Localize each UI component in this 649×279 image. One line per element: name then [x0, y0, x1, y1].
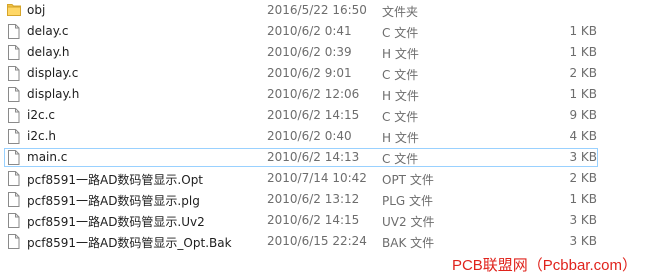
file-type: C 文件: [382, 110, 419, 124]
file-modified-date: 2010/6/2 14:15: [267, 108, 360, 122]
file-icon: [7, 192, 20, 207]
file-size: 4 KB: [569, 129, 597, 143]
watermark-text: PCB联盟网（Pcbbar.com）: [451, 257, 637, 274]
file-size: 9 KB: [569, 108, 597, 122]
file-modified-date: 2010/6/2 0:40: [267, 129, 352, 143]
file-modified-date: 2010/6/15 22:24: [267, 234, 367, 248]
file-name[interactable]: delay.c: [27, 24, 69, 38]
file-size: 1 KB: [569, 192, 597, 206]
file-name[interactable]: i2c.c: [27, 108, 55, 122]
file-row[interactable]: delay.h 2010/6/2 0:39 H 文件 1 KB: [0, 42, 649, 63]
file-modified-date: 2010/6/2 13:12: [267, 192, 360, 206]
file-modified-date: 2010/6/2 14:13: [267, 150, 360, 164]
file-size: 3 KB: [569, 234, 597, 248]
file-type: H 文件: [382, 89, 419, 103]
file-type: C 文件: [382, 26, 419, 40]
file-row[interactable]: main.c 2010/6/2 14:13 C 文件 3 KB: [0, 147, 649, 168]
file-modified-date: 2016/5/22 16:50: [267, 3, 367, 17]
file-name[interactable]: main.c: [27, 150, 67, 164]
file-icon: [7, 66, 20, 81]
file-modified-date: 2010/6/2 0:39: [267, 45, 352, 59]
file-row[interactable]: display.h 2010/6/2 12:06 H 文件 1 KB: [0, 84, 649, 105]
file-type: OPT 文件: [382, 173, 434, 187]
file-icon: [7, 171, 20, 186]
file-icon: [7, 87, 20, 102]
file-name[interactable]: display.c: [27, 66, 78, 80]
file-row[interactable]: i2c.c 2010/6/2 14:15 C 文件 9 KB: [0, 105, 649, 126]
file-row[interactable]: obj 2016/5/22 16:50 文件夹: [0, 0, 649, 21]
file-row[interactable]: pcf8591一路AD数码管显示.Uv2 2010/6/2 14:15 UV2 文件…: [0, 210, 649, 231]
file-type: BAK 文件: [382, 236, 435, 250]
file-size: 3 KB: [569, 213, 597, 227]
file-type: 文件夹: [382, 5, 419, 19]
file-size: 2 KB: [569, 66, 597, 80]
file-name[interactable]: obj: [27, 3, 45, 17]
file-modified-date: 2010/7/14 10:42: [267, 171, 367, 185]
file-icon: [7, 24, 20, 39]
file-name[interactable]: i2c.h: [27, 129, 56, 143]
file-list: obj 2016/5/22 16:50 文件夹 delay.c 2010/6/2 0:4…: [0, 0, 649, 252]
file-icon: [7, 213, 20, 228]
file-type: H 文件: [382, 47, 419, 61]
file-modified-date: 2010/6/2 14:15: [267, 213, 360, 227]
file-type: UV2 文件: [382, 215, 435, 229]
file-icon: [7, 108, 20, 123]
file-name[interactable]: pcf8591一路AD数码管显示.Uv2: [27, 213, 205, 230]
file-name[interactable]: pcf8591一路AD数码管显示.plg: [27, 192, 200, 209]
file-name[interactable]: pcf8591一路AD数码管显示.Opt: [27, 171, 203, 188]
file-size: 2 KB: [569, 171, 597, 185]
folder-icon: [7, 3, 21, 18]
file-row[interactable]: delay.c 2010/6/2 0:41 C 文件 1 KB: [0, 21, 649, 42]
file-icon: [7, 45, 20, 60]
file-size: 1 KB: [569, 45, 597, 59]
file-size: 1 KB: [569, 87, 597, 101]
file-name[interactable]: delay.h: [27, 45, 70, 59]
file-icon: [7, 150, 20, 165]
file-name[interactable]: pcf8591一路AD数码管显示_Opt.Bak: [27, 234, 232, 251]
file-size: 1 KB: [569, 24, 597, 38]
file-type: PLG 文件: [382, 194, 434, 208]
file-type: H 文件: [382, 131, 419, 145]
file-row[interactable]: pcf8591一路AD数码管显示.plg 2010/6/2 13:12 PLG 文件…: [0, 189, 649, 210]
file-modified-date: 2010/6/2 0:41: [267, 24, 352, 38]
file-row[interactable]: pcf8591一路AD数码管显示_Opt.Bak 2010/6/15 22:24 B…: [0, 231, 649, 252]
file-icon: [7, 129, 20, 144]
file-modified-date: 2010/6/2 9:01: [267, 66, 352, 80]
file-row[interactable]: i2c.h 2010/6/2 0:40 H 文件 4 KB: [0, 126, 649, 147]
file-size: 3 KB: [569, 150, 597, 164]
file-name[interactable]: display.h: [27, 87, 79, 101]
file-type: C 文件: [382, 152, 419, 166]
file-row[interactable]: display.c 2010/6/2 9:01 C 文件 2 KB: [0, 63, 649, 84]
file-icon: [7, 234, 20, 249]
file-row[interactable]: pcf8591一路AD数码管显示.Opt 2010/7/14 10:42 OPT 文…: [0, 168, 649, 189]
file-modified-date: 2010/6/2 12:06: [267, 87, 360, 101]
file-type: C 文件: [382, 68, 419, 82]
